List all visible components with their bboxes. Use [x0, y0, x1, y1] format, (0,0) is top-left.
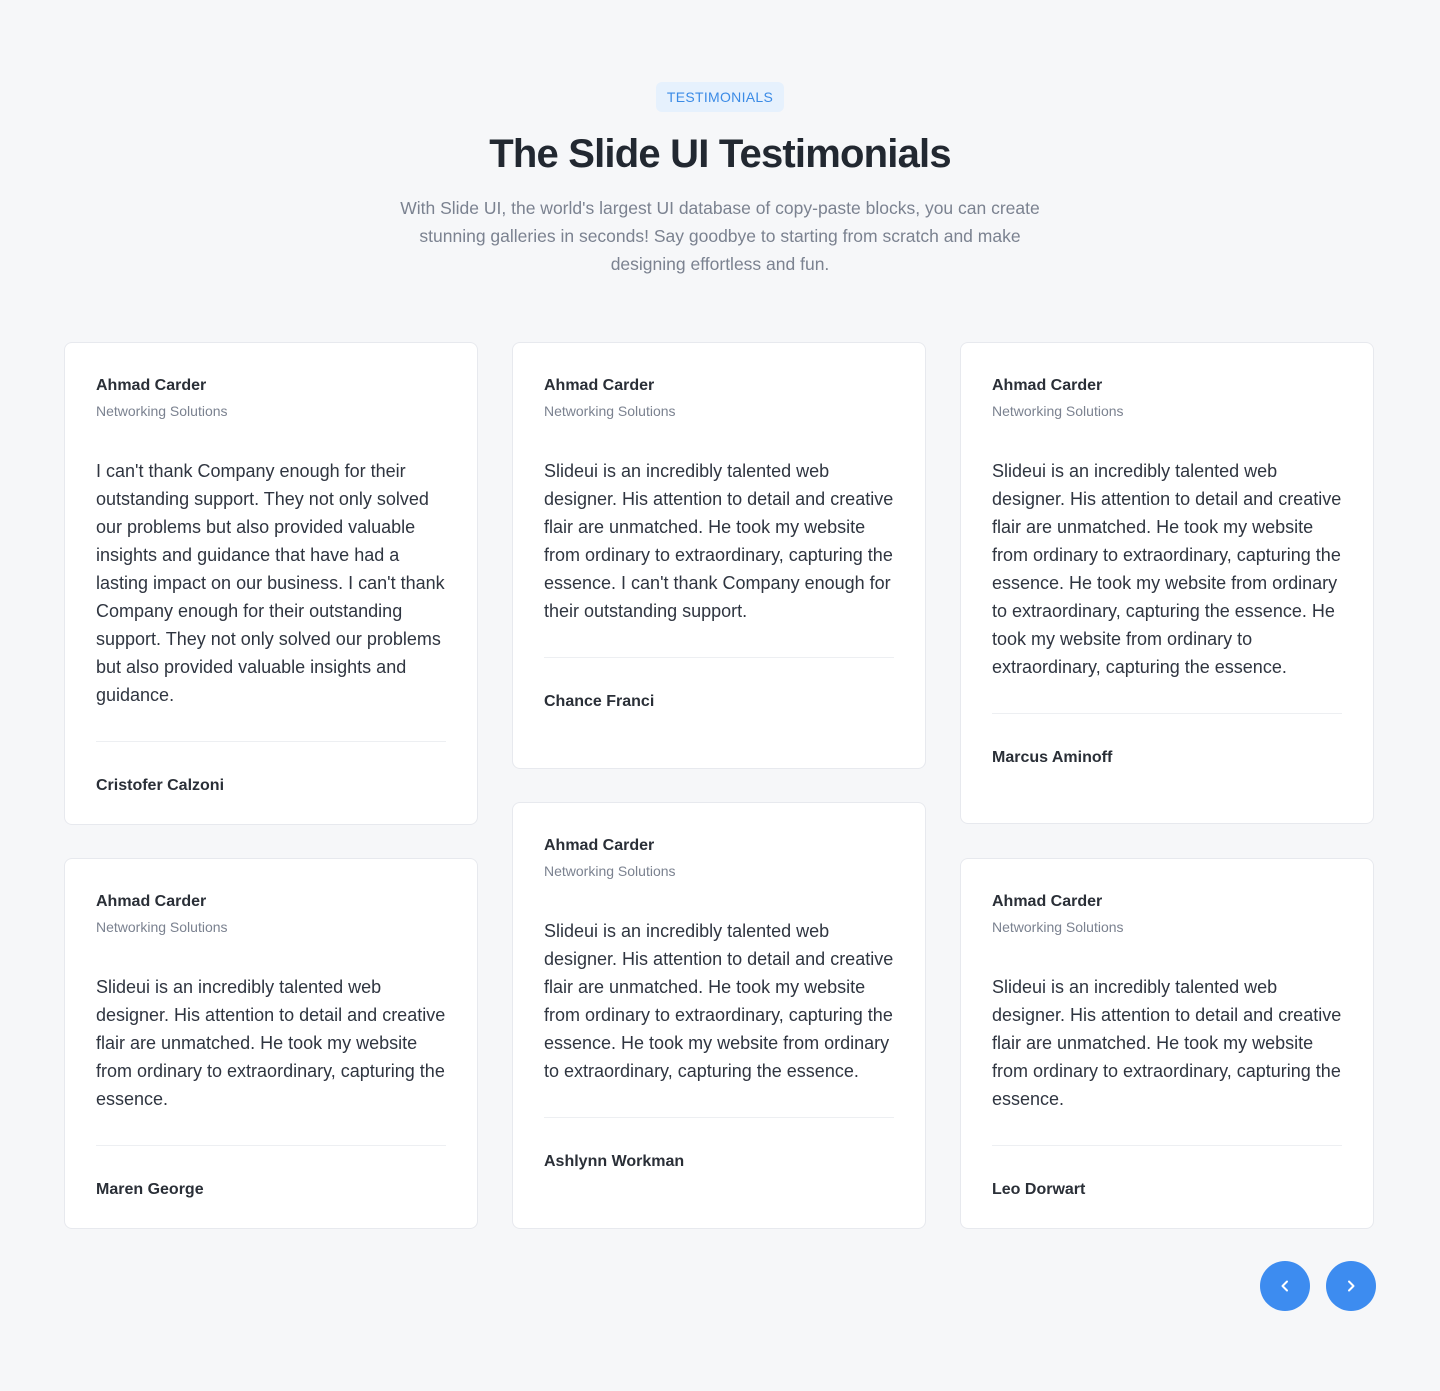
reviewer-company: Networking Solutions: [992, 919, 1124, 935]
testimonials-badge: TESTIMONIALS: [656, 82, 784, 112]
testimonial-quote: Slideui is an incredibly talented web de…: [544, 921, 894, 1081]
reviewer-name: Ahmad Carder: [544, 377, 655, 394]
testimonial-card: Ahmad Carder Networking Solutions Slideu…: [512, 342, 926, 769]
testimonial-author: Ashlynn Workman: [544, 1153, 685, 1170]
reviewer-name: Ahmad Carder: [992, 377, 1103, 394]
reviewer-company: Networking Solutions: [544, 863, 676, 879]
next-button[interactable]: [1326, 1261, 1376, 1311]
testimonial-quote: Slideui is an incredibly talented web de…: [544, 461, 894, 621]
testimonial-card: Ahmad Carder Networking Solutions Slideu…: [960, 858, 1374, 1229]
reviewer-name: Ahmad Carder: [992, 893, 1103, 910]
testimonial-card: Ahmad Carder Networking Solutions Slideu…: [960, 342, 1374, 824]
chevron-right-icon: [1348, 1280, 1355, 1292]
testimonial-card: Ahmad Carder Networking Solutions Slideu…: [512, 802, 926, 1229]
testimonial-card: Ahmad Carder Networking Solutions Slideu…: [64, 858, 478, 1229]
testimonial-quote: I can't thank Company enough for their o…: [96, 461, 445, 705]
testimonial-quote: Slideui is an incredibly talented web de…: [992, 977, 1342, 1109]
testimonial-author: Chance Franci: [544, 693, 655, 710]
reviewer-company: Networking Solutions: [96, 403, 228, 419]
page-subtitle: With Slide UI, the world's largest UI da…: [400, 198, 1040, 274]
testimonial-author: Marcus Aminoff: [992, 749, 1113, 766]
reviewer-company: Networking Solutions: [96, 919, 228, 935]
reviewer-company: Networking Solutions: [544, 403, 676, 419]
reviewer-name: Ahmad Carder: [544, 837, 655, 854]
testimonial-card: Ahmad Carder Networking Solutions I can'…: [64, 342, 478, 825]
testimonial-author: Maren George: [96, 1181, 204, 1198]
testimonial-author: Cristofer Calzoni: [96, 777, 225, 794]
reviewer-company: Networking Solutions: [992, 403, 1124, 419]
reviewer-name: Ahmad Carder: [96, 893, 207, 910]
testimonial-quote: Slideui is an incredibly talented web de…: [992, 461, 1342, 677]
previous-button[interactable]: [1260, 1261, 1310, 1311]
chevron-left-icon: [1281, 1280, 1288, 1292]
page-title: The Slide UI Testimonials: [489, 132, 951, 176]
testimonial-quote: Slideui is an incredibly talented web de…: [96, 977, 446, 1109]
testimonial-author: Leo Dorwart: [992, 1181, 1086, 1198]
reviewer-name: Ahmad Carder: [96, 377, 207, 394]
